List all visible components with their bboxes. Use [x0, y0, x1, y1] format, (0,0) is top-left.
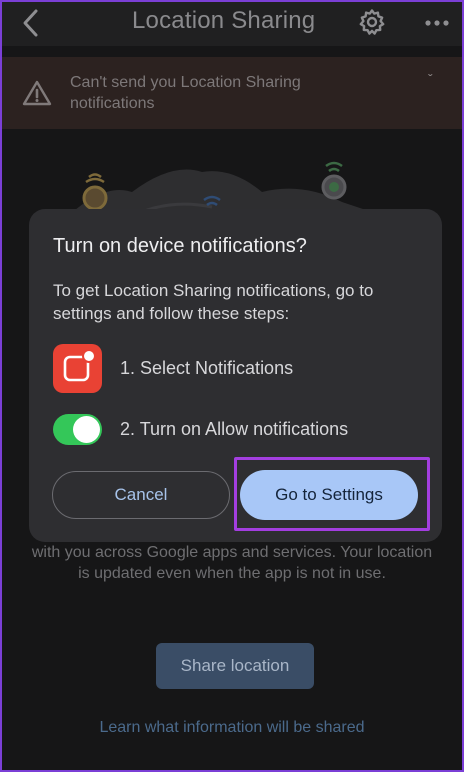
app-screen: Location Sharing Can't send you Location… — [0, 0, 464, 772]
avatar-pin-icon — [82, 185, 108, 211]
cancel-button[interactable]: Cancel — [52, 471, 230, 519]
step-label: 2. Turn on Allow notifications — [120, 419, 349, 439]
notifications-app-icon — [53, 344, 102, 393]
dialog-title: Turn on device notifications? — [53, 235, 307, 257]
gear-icon — [359, 9, 385, 35]
warning-banner: Can't send you Location Sharing notifica… — [2, 57, 462, 129]
step-label: 1. Select Notifications — [120, 358, 294, 378]
banner-dismiss[interactable]: ˇ — [428, 71, 444, 87]
learn-more-link[interactable]: Learn what information will be shared — [2, 719, 462, 737]
top-bar: Location Sharing — [2, 2, 462, 46]
warning-icon — [22, 79, 52, 107]
settings-button[interactable] — [358, 8, 386, 36]
share-location-button[interactable]: Share location — [156, 643, 314, 689]
toggle-knob — [73, 416, 100, 443]
step-select-notifications: 1. Select Notifications — [53, 344, 293, 393]
toggle-switch-icon — [53, 414, 102, 445]
dialog-body: To get Location Sharing notifications, g… — [53, 281, 374, 323]
more-horizontal-icon — [425, 20, 449, 26]
banner-text: Can't send you Location Sharing notifica… — [70, 74, 301, 112]
more-options-button[interactable] — [424, 10, 450, 36]
chevron-left-icon — [23, 9, 38, 37]
go-to-settings-button[interactable]: Go to Settings — [240, 470, 418, 520]
notifications-dialog: Turn on device notifications? To get Loc… — [29, 209, 442, 542]
back-button[interactable] — [16, 8, 46, 38]
page-title: Location Sharing — [132, 7, 316, 34]
location-description: with you across Google apps and services… — [31, 544, 433, 582]
step-allow-notifications: 2. Turn on Allow notifications — [53, 414, 348, 445]
